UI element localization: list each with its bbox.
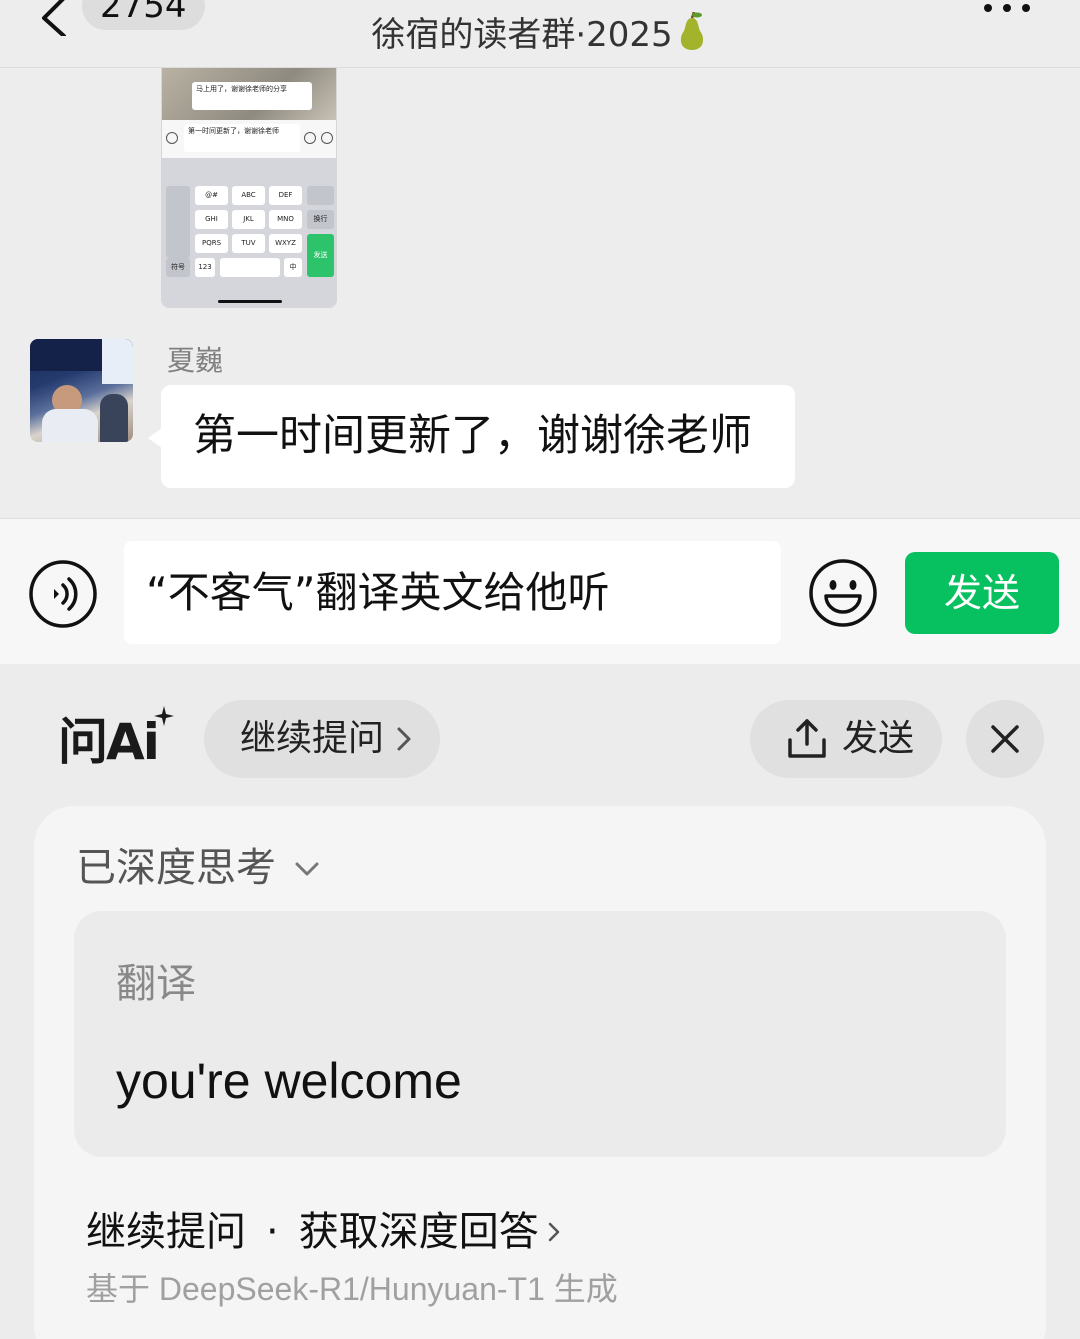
thumb-emoji-icon (304, 132, 316, 144)
message-bubble[interactable]: 第一时间更新了，谢谢徐老师 (161, 385, 795, 488)
thumb-key: JKL (232, 210, 265, 229)
result-text: you're welcome (116, 1053, 462, 1109)
thumb-key: PQRS (195, 234, 228, 253)
thumb-voice-icon (166, 132, 178, 144)
bubble-tail (148, 428, 162, 448)
thumb-punct-key (166, 186, 190, 258)
thumb-send-key: 发送 (307, 234, 334, 277)
thumb-delete-key (307, 186, 334, 205)
avatar[interactable] (30, 339, 133, 442)
deep-thinking-toggle[interactable]: 已深度思考 (76, 844, 320, 892)
chevron-down-icon (295, 862, 319, 876)
continue-asking-button[interactable]: 继续提问 (204, 700, 440, 778)
thumb-key: WXYZ (269, 234, 302, 253)
avatar-shape (42, 409, 98, 442)
thumb-key: ABC (232, 186, 265, 205)
thumb-keyboard: @# ABC DEF GHI JKL MNO 换行 PQRS TUV WXYZ … (162, 158, 336, 307)
thumb-plus-icon (321, 132, 333, 144)
thumb-newline-key: 换行 (307, 210, 334, 229)
close-icon (991, 725, 1019, 753)
separator-dot: · (266, 1209, 279, 1255)
ai-send-label: 发送 (842, 718, 915, 759)
followup-row: 继续提问 · 获取深度回答 (86, 1206, 561, 1258)
thumb-home-bar (218, 300, 282, 303)
continue-asking-label: 继续提问 (240, 718, 385, 759)
thumb-space-key (220, 258, 280, 277)
voice-icon[interactable] (28, 559, 98, 629)
thumb-key: TUV (232, 234, 265, 253)
share-icon (788, 719, 826, 758)
deep-answer-link[interactable]: 获取深度回答 (299, 1209, 539, 1255)
thumb-input-row: 第一时间更新了，谢谢徐老师 (162, 120, 336, 158)
pear-emoji-icon (680, 12, 703, 50)
thumb-key: MNO (269, 210, 302, 229)
avatar-shape (102, 339, 133, 384)
ellipsis-icon[interactable] (982, 2, 1032, 14)
screenshot-image-message[interactable]: 马上用了，谢谢徐老师的分享 第一时间更新了，谢谢徐老师 @# ABC DEF G… (161, 68, 337, 308)
result-label: 翻译 (116, 961, 196, 1007)
chevron-right-icon (548, 1222, 559, 1242)
translation-result[interactable]: 翻译 you're welcome (74, 911, 1006, 1157)
thumb-key: 中 (284, 258, 302, 277)
ai-send-button[interactable]: 发送 (750, 700, 942, 778)
thumb-key: 123 (195, 258, 215, 277)
logo-text: 问Ai (58, 713, 160, 771)
thumb-input: 第一时间更新了，谢谢徐老师 (184, 124, 300, 152)
chat-messages[interactable]: 马上用了，谢谢徐老师的分享 第一时间更新了，谢谢徐老师 @# ABC DEF G… (0, 68, 1080, 518)
ai-panel: 问Ai 继续提问 发送 已深度思考 翻译 you're welcome 继续提问… (0, 664, 1080, 1339)
group-title[interactable]: 徐宿的读者群·2025 (0, 12, 1080, 57)
thumb-bubble: 马上用了，谢谢徐老师的分享 (192, 82, 312, 110)
chat-header: 2754 徐宿的读者群·2025 (0, 0, 1080, 68)
group-name: 徐宿的读者群·2025 (371, 15, 673, 55)
smiley-icon[interactable] (808, 558, 878, 628)
chevron-right-icon (397, 727, 411, 751)
continue-asking-link[interactable]: 继续提问 (86, 1209, 246, 1255)
wen-ai-logo: 问Ai (58, 706, 174, 771)
model-note: 基于 DeepSeek-R1/Hunyuan-T1 生成 (86, 1271, 618, 1307)
thumb-key: DEF (269, 186, 302, 205)
ai-answer-card: 已深度思考 翻译 you're welcome 继续提问 · 获取深度回答 基于 D… (34, 806, 1046, 1339)
thumb-key: @# (195, 186, 228, 205)
sparkle-icon (154, 706, 174, 726)
send-button[interactable]: 发送 (905, 552, 1059, 634)
sender-name: 夏巍 (167, 344, 224, 377)
thumb-symbol-key: 符号 (166, 258, 190, 277)
message-input[interactable]: “不客气”翻译英文给他听 (124, 541, 781, 644)
close-button[interactable] (966, 700, 1044, 778)
thinking-label: 已深度思考 (76, 845, 276, 891)
avatar-shape (100, 394, 128, 442)
input-bar: “不客气”翻译英文给他听 发送 (0, 518, 1080, 664)
thumb-key: GHI (195, 210, 228, 229)
